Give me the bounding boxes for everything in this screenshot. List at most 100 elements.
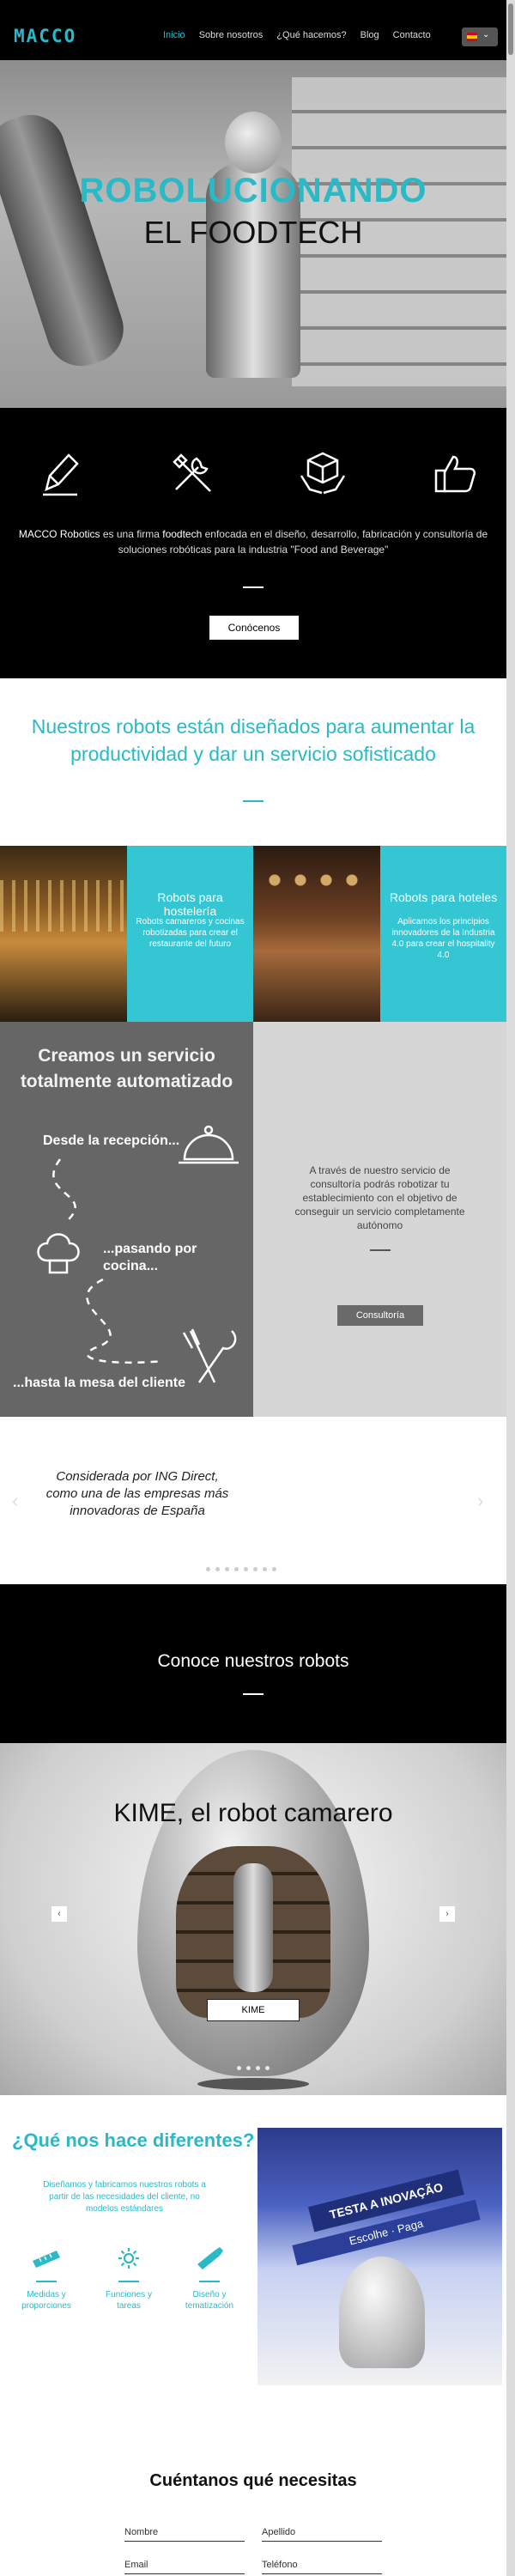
nav-item-contacto[interactable]: Contacto bbox=[393, 30, 431, 40]
slider-dot[interactable] bbox=[246, 2066, 251, 2070]
kime-button[interactable]: KIME bbox=[207, 1999, 300, 2021]
feature-medidas: Medidas y proporciones bbox=[12, 2245, 81, 2312]
step-kitchen: ...pasando por cocina... bbox=[103, 1242, 197, 1273]
differentiators-section: ¿Qué nos hace diferentes? Diseñamos y fa… bbox=[0, 2095, 506, 2404]
gear-icon bbox=[118, 2248, 139, 2269]
services-tiles: Robots para hostelería Robots camareros … bbox=[0, 846, 506, 1022]
hero-robot-head bbox=[225, 112, 282, 173]
feature-divider bbox=[36, 2281, 57, 2282]
nav-item-inicio[interactable]: Inicio bbox=[163, 30, 185, 40]
automation-title: Creamos un servicio totalmente automatiz… bbox=[20, 1046, 233, 1091]
brush-icon bbox=[197, 2247, 223, 2269]
automation-infographic: Creamos un servicio totalmente automatiz… bbox=[0, 1022, 253, 1417]
testimonial-quote: Considerada por ING Direct, como una de … bbox=[45, 1469, 229, 1518]
slider-dots bbox=[237, 2066, 270, 2070]
differentiators-text: Diseñamos y fabricamos nuestros robots a… bbox=[43, 2180, 206, 2214]
slider-dot[interactable] bbox=[234, 1567, 239, 1571]
divider bbox=[370, 1249, 391, 1251]
intro-brand: MACCO Robotics bbox=[18, 528, 100, 540]
tile-text: Aplicamos los principios innovadores de … bbox=[391, 917, 495, 960]
nombre-field[interactable] bbox=[124, 2523, 245, 2542]
tile-text: Robots camareros y cocinas robotizadas p… bbox=[136, 917, 245, 949]
telefono-field[interactable] bbox=[262, 2555, 382, 2574]
step-reception: Desde la recepción... bbox=[43, 1133, 180, 1148]
chevron-left-icon[interactable]: ‹ bbox=[12, 1490, 18, 1512]
consulting-text: A través de nuestro servicio de consulto… bbox=[294, 1164, 465, 1231]
slider-dot[interactable] bbox=[244, 1567, 248, 1571]
contact-title: Cuéntanos qué necesitas bbox=[149, 2471, 357, 2490]
chevron-down-icon: ⌄ bbox=[482, 30, 490, 39]
photo-robot bbox=[339, 2257, 425, 2368]
feature-diseno: Diseño y tematización bbox=[175, 2245, 244, 2312]
nav-item-blog[interactable]: Blog bbox=[360, 30, 379, 40]
scrollbar[interactable] bbox=[506, 0, 515, 2576]
differentiators-title: ¿Qué nos hace diferentes? bbox=[12, 2129, 255, 2151]
slider-dot[interactable] bbox=[225, 1567, 229, 1571]
robots-heading: Nuestros robots están diseñados para aum… bbox=[31, 715, 476, 765]
nav-item-que-hacemos[interactable]: ¿Qué hacemos? bbox=[276, 30, 346, 40]
robots-intro-banner: Conoce nuestros robots bbox=[0, 1584, 506, 1743]
feature-label: Diseño y tematización bbox=[185, 2290, 234, 2311]
intro-text-part: es una firma bbox=[100, 528, 163, 540]
chevron-right-icon[interactable]: › bbox=[477, 1490, 483, 1512]
robots-heading-section: Nuestros robots están diseñados para aum… bbox=[0, 678, 506, 846]
hero-section: ROBOLUCIONANDO EL FOODTECH bbox=[0, 60, 506, 408]
logo[interactable]: MACCO bbox=[14, 26, 76, 46]
consultoria-button[interactable]: Consultoría bbox=[337, 1305, 423, 1326]
slider-dot[interactable] bbox=[265, 2066, 270, 2070]
slider-dot[interactable] bbox=[263, 1567, 267, 1571]
nav-item-sobre-nosotros[interactable]: Sobre nosotros bbox=[199, 30, 264, 40]
apellido-field[interactable] bbox=[262, 2523, 382, 2542]
conoce-title: Conoce nuestros robots bbox=[157, 1651, 349, 1671]
intro-icon-row bbox=[34, 447, 481, 500]
tile-title: Robots para hoteles bbox=[389, 890, 498, 904]
site-header: MACCO Inicio Sobre nosotros ¿Qué hacemos… bbox=[0, 0, 506, 60]
slider-dot[interactable] bbox=[206, 1567, 210, 1571]
feature-label: Medidas y proporciones bbox=[21, 2290, 71, 2311]
language-selector[interactable]: ⌄ bbox=[462, 27, 498, 46]
chef-hat-icon bbox=[37, 1233, 80, 1274]
slider-dot[interactable] bbox=[256, 2066, 260, 2070]
event-photo: TESTA A INOVAÇÃO Escolhe · Paga bbox=[258, 2128, 502, 2385]
thumbs-up-icon bbox=[434, 455, 476, 493]
kime-base bbox=[197, 2078, 309, 2090]
main-nav: Inicio Sobre nosotros ¿Qué hacemos? Blog… bbox=[163, 30, 431, 40]
slider-prev-button[interactable]: ‹ bbox=[52, 1906, 67, 1922]
slider-dot[interactable] bbox=[253, 1567, 258, 1571]
divider bbox=[243, 1693, 264, 1695]
page: MACCO Inicio Sobre nosotros ¿Qué hacemos… bbox=[0, 0, 506, 2576]
tools-icon bbox=[172, 453, 211, 492]
spain-flag-icon bbox=[467, 33, 477, 41]
intro-section: MACCO Robotics es una firma foodtech enf… bbox=[0, 408, 506, 678]
intro-text: MACCO Robotics es una firma foodtech enf… bbox=[17, 526, 489, 557]
feature-funciones: Funciones y tareas bbox=[94, 2245, 163, 2312]
scrollbar-thumb[interactable] bbox=[508, 3, 513, 55]
intro-foodtech: foodtech bbox=[162, 528, 203, 540]
slider-dot[interactable] bbox=[215, 1567, 220, 1571]
pen-icon bbox=[43, 453, 79, 496]
divider bbox=[243, 586, 264, 588]
tile-hosteleria[interactable]: Robots para hostelería Robots camareros … bbox=[126, 846, 253, 1022]
kime-slider: KIME, el robot camarero ‹ › KIME bbox=[0, 1743, 506, 2095]
automation-section: Creamos un servicio totalmente automatiz… bbox=[0, 1022, 506, 1417]
kime-title: KIME, el robot camarero bbox=[113, 1799, 393, 1827]
hero-title-line1: ROBOLUCIONANDO bbox=[79, 172, 427, 210]
ruler-icon bbox=[33, 2251, 60, 2268]
slider-next-button[interactable]: › bbox=[439, 1906, 455, 1922]
divider bbox=[243, 800, 264, 802]
consulting-panel: A través de nuestro servicio de consulto… bbox=[253, 1022, 506, 1417]
feature-label: Funciones y tareas bbox=[106, 2290, 152, 2311]
slider-dot[interactable] bbox=[272, 1567, 276, 1571]
contact-section: Cuéntanos qué necesitas bbox=[0, 2404, 506, 2576]
box-hands-icon bbox=[300, 452, 346, 495]
conocenos-button[interactable]: Conócenos bbox=[209, 616, 299, 640]
hero-title-line2: EL FOODTECH bbox=[143, 215, 363, 250]
slider-dots bbox=[206, 1567, 276, 1571]
email-field[interactable] bbox=[124, 2555, 245, 2574]
slider-dot[interactable] bbox=[237, 2066, 241, 2070]
testimonial-slider: ‹ Considerada por ING Direct, como una d… bbox=[0, 1417, 506, 1584]
feature-divider bbox=[118, 2281, 139, 2282]
hotel-photo bbox=[253, 846, 380, 1022]
tile-hoteles[interactable]: Robots para hoteles Aplicamos los princi… bbox=[379, 846, 506, 1022]
step-table: ...hasta la mesa del cliente bbox=[13, 1376, 185, 1390]
